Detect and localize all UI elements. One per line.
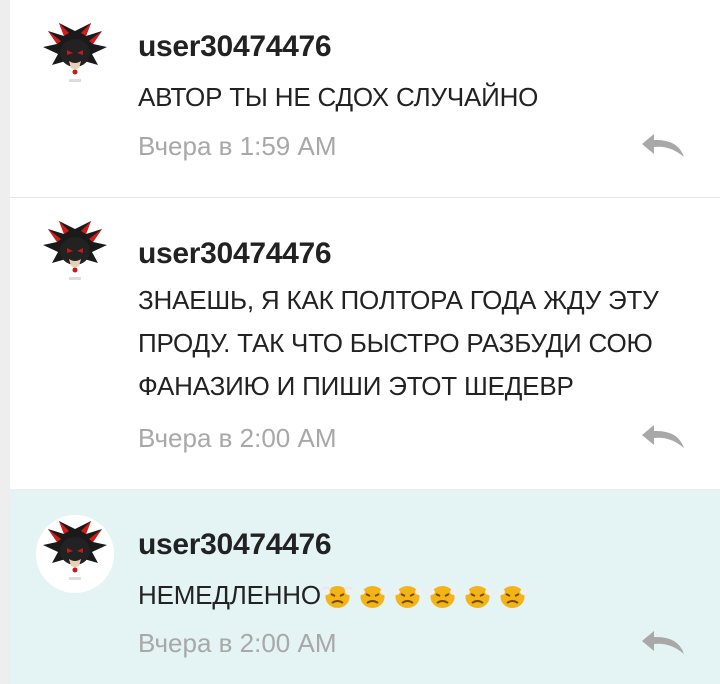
comment-username[interactable]: user30474476 [138, 528, 332, 562]
shadow-hedgehog-avatar-icon [43, 221, 107, 280]
angry-face-emoji [391, 582, 424, 609]
reply-button[interactable] [640, 422, 686, 450]
avatar[interactable] [36, 515, 114, 593]
angry-face-emoji [496, 582, 529, 609]
avatar[interactable] [36, 17, 114, 95]
comment-text-row: НЕМЕДЛЕННО [138, 574, 703, 622]
comment-timestamp: Вчера в 2:00 AM [138, 628, 337, 658]
comment-item: user30474476 АВТОР ТЫ НЕ СДОХ СЛУЧАЙНО В… [10, 0, 720, 197]
reply-arrow-icon [642, 425, 684, 448]
reply-arrow-icon [642, 134, 684, 157]
comment-timestamp: Вчера в 1:59 AM [138, 131, 337, 161]
comment-text: НЕМЕДЛЕННО [138, 580, 321, 610]
comment-username[interactable]: user30474476 [138, 237, 332, 271]
reply-button[interactable] [640, 628, 686, 656]
angry-face-emoji [461, 582, 494, 609]
shadow-hedgehog-avatar-icon [43, 23, 107, 82]
comment-text: ЗНАЕШЬ, Я КАК ПОЛТОРА ГОДА ЖДУ ЭТУ ПРОДУ… [138, 285, 659, 401]
reply-arrow-icon [642, 631, 684, 654]
comment-feed: user30474476 АВТОР ТЫ НЕ СДОХ СЛУЧАЙНО В… [10, 0, 720, 684]
comment-text: АВТОР ТЫ НЕ СДОХ СЛУЧАЙНО [138, 82, 539, 112]
comment-timestamp: Вчера в 2:00 AM [138, 423, 337, 453]
reply-button[interactable] [640, 131, 686, 159]
comment-item-highlighted: user30474476 НЕМЕДЛЕННО Вчера в 2:00 AM [10, 490, 720, 684]
angry-face-emoji [426, 582, 459, 609]
angry-face-emoji [321, 582, 354, 609]
comment-username[interactable]: user30474476 [138, 30, 332, 64]
angry-face-emoji [356, 582, 389, 609]
shadow-hedgehog-avatar-icon [36, 515, 114, 593]
comment-item: user30474476 ЗНАЕШЬ, Я КАК ПОЛТОРА ГОДА … [10, 198, 720, 489]
emoji-row [321, 579, 531, 622]
avatar[interactable] [36, 215, 114, 293]
